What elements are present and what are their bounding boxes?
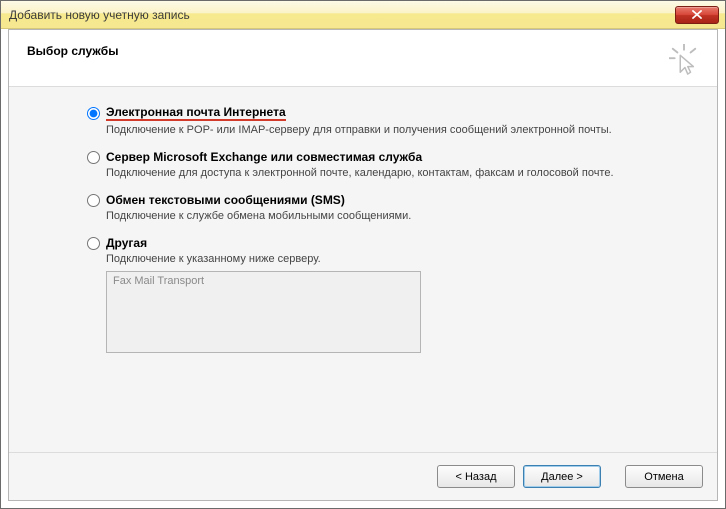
option-sms-row[interactable]: Обмен текстовыми сообщениями (SMS) <box>87 193 695 207</box>
window-title: Добавить новую учетную запись <box>9 8 675 22</box>
header-area: Выбор службы <box>9 30 717 86</box>
list-item: Fax Mail Transport <box>113 275 414 287</box>
dialog-window: Добавить новую учетную запись Выбор служ… <box>0 0 726 509</box>
option-sms-desc: Подключение к службе обмена мобильными с… <box>106 210 695 222</box>
page-title: Выбор службы <box>27 44 118 58</box>
option-internet-mail-row[interactable]: Электронная почта Интернета <box>87 105 695 121</box>
option-internet-mail-label: Электронная почта Интернета <box>106 105 286 121</box>
next-button[interactable]: Далее > <box>523 465 601 488</box>
option-other-desc: Подключение к указанному ниже серверу. <box>106 253 695 265</box>
other-server-listbox[interactable]: Fax Mail Transport <box>106 271 421 353</box>
cursor-wizard-icon <box>669 44 699 76</box>
option-other: Другая Подключение к указанному ниже сер… <box>87 236 695 353</box>
option-exchange: Сервер Microsoft Exchange или совместима… <box>87 150 695 179</box>
option-other-row[interactable]: Другая <box>87 236 695 250</box>
option-sms-label: Обмен текстовыми сообщениями (SMS) <box>106 193 345 207</box>
titlebar: Добавить новую учетную запись <box>1 1 725 29</box>
option-exchange-desc: Подключение для доступа к электронной по… <box>106 167 695 179</box>
footer-spacer <box>609 465 617 488</box>
footer: < Назад Далее > Отмена <box>9 452 717 500</box>
radio-sms[interactable] <box>87 194 100 207</box>
cancel-button[interactable]: Отмена <box>625 465 703 488</box>
option-internet-mail-desc: Подключение к POP- или IMAP-серверу для … <box>106 124 695 136</box>
inner-frame: Выбор службы Электронная почта Интернета… <box>8 29 718 501</box>
option-other-label: Другая <box>106 236 147 250</box>
radio-internet-mail[interactable] <box>87 107 100 120</box>
radio-other[interactable] <box>87 237 100 250</box>
back-button[interactable]: < Назад <box>437 465 515 488</box>
radio-exchange[interactable] <box>87 151 100 164</box>
option-exchange-label: Сервер Microsoft Exchange или совместима… <box>106 150 422 164</box>
option-internet-mail: Электронная почта Интернета Подключение … <box>87 105 695 136</box>
body-area: Электронная почта Интернета Подключение … <box>9 87 717 452</box>
option-exchange-row[interactable]: Сервер Microsoft Exchange или совместима… <box>87 150 695 164</box>
close-button[interactable] <box>675 6 719 24</box>
option-sms: Обмен текстовыми сообщениями (SMS) Подкл… <box>87 193 695 222</box>
close-icon <box>692 10 702 19</box>
